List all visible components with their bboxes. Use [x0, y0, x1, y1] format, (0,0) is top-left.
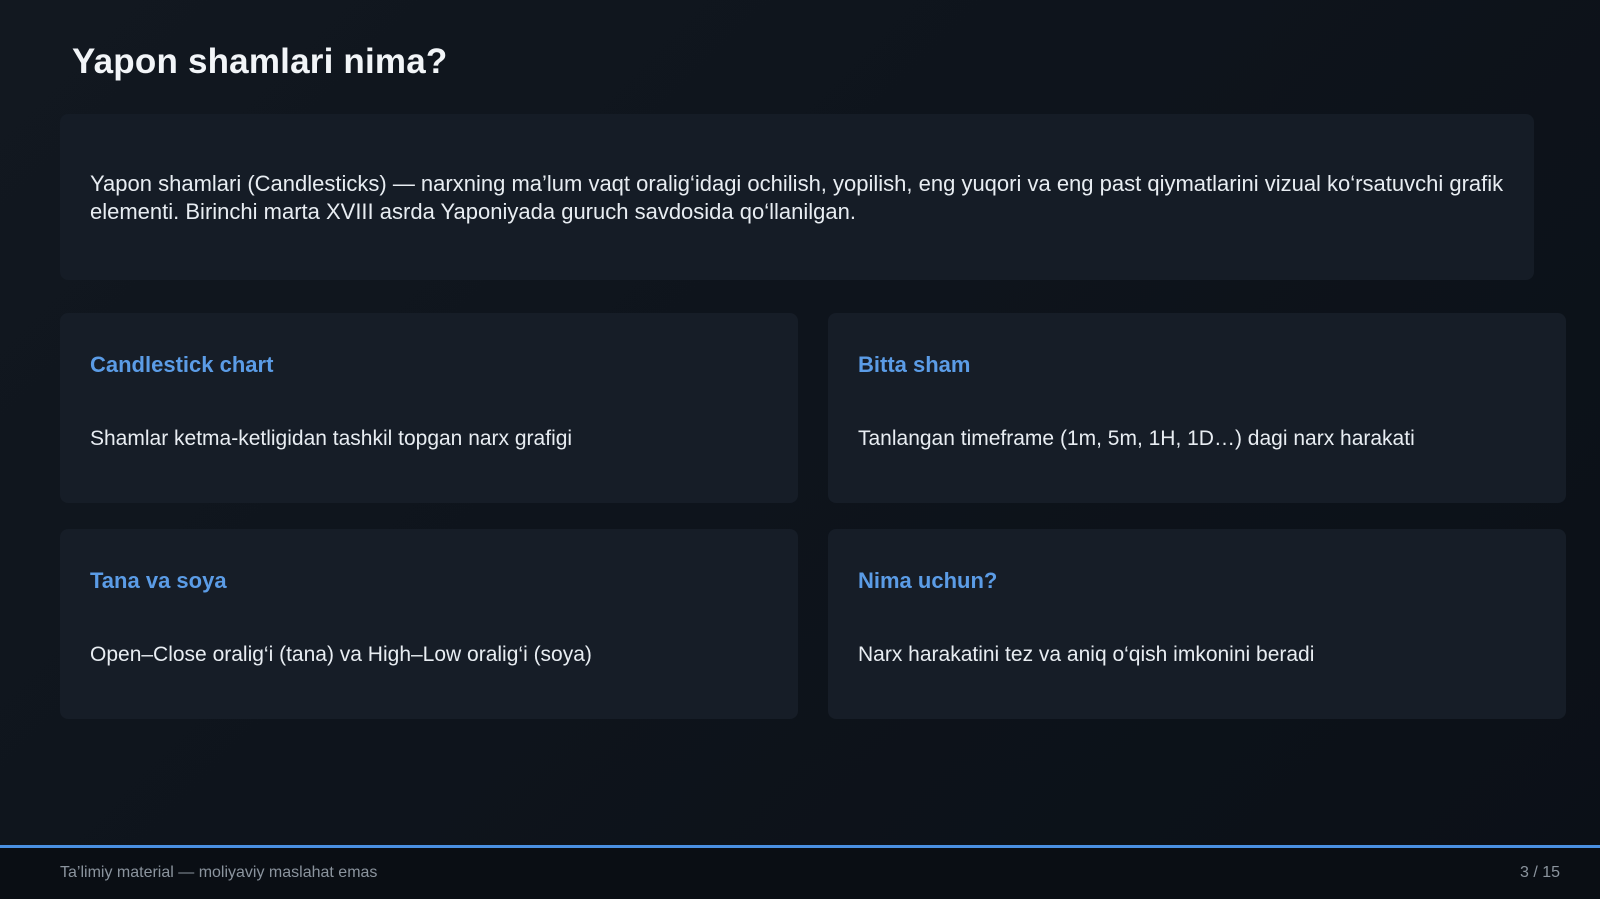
card-candlestick-chart: Candlestick chart Shamlar ketma-ketligid…	[60, 313, 798, 503]
page-indicator: 3 / 15	[1519, 864, 1560, 881]
slide-title: Yapon shamlari nima?	[72, 42, 448, 81]
card-tana-va-soya: Tana va soya Open–Close oralig‘i (tana) …	[60, 529, 798, 719]
card-title: Bitta sham	[858, 352, 971, 377]
card-nima-uchun: Nima uchun? Narx harakatini tez va aniq …	[828, 529, 1566, 719]
card-title: Nima uchun?	[858, 568, 998, 593]
slide: Yapon shamlari nima? Yapon shamlari (Can…	[0, 0, 1600, 899]
footer: Ta’limiy material — moliyaviy maslahat e…	[0, 848, 1600, 899]
card-title: Tana va soya	[90, 568, 227, 593]
footer-disclaimer: Ta’limiy material — moliyaviy maslahat e…	[60, 864, 378, 881]
card-text: Narx harakatini tez va aniq o‘qish imkon…	[858, 643, 1315, 666]
card-bitta-sham: Bitta sham Tanlangan timeframe (1m, 5m, …	[828, 313, 1566, 503]
intro-text: Yapon shamlari (Candlesticks) — narxning…	[90, 171, 1504, 224]
card-text: Shamlar ketma-ketligidan tashkil topgan …	[90, 427, 573, 450]
card-text: Open–Close oralig‘i (tana) va High–Low o…	[90, 643, 592, 666]
intro-card: Yapon shamlari (Candlesticks) — narxning…	[60, 114, 1534, 280]
card-text: Tanlangan timeframe (1m, 5m, 1H, 1D…) da…	[858, 427, 1415, 450]
card-title: Candlestick chart	[90, 352, 274, 377]
